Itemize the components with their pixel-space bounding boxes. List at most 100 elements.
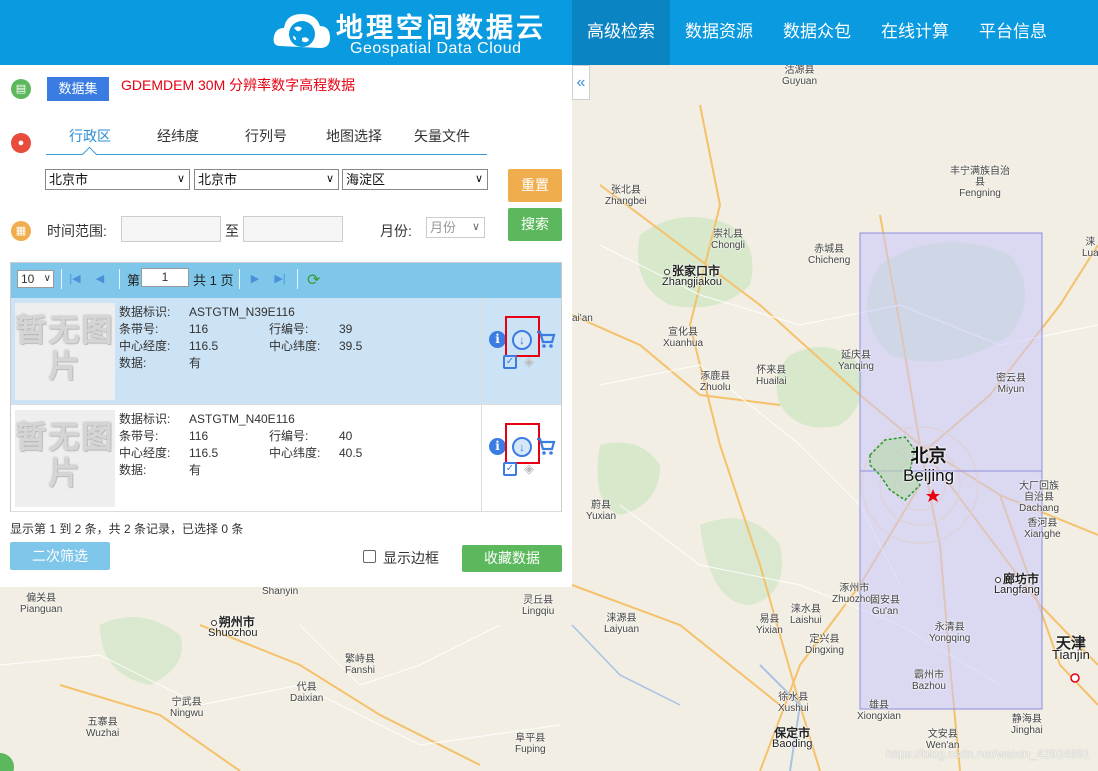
map-label-lua: 涞 Lua	[1082, 237, 1098, 259]
nav-advanced-search[interactable]: 高级检索	[572, 0, 670, 65]
value-center-lat: 40.5	[339, 446, 363, 460]
chevron-down-icon: ∨	[176, 173, 185, 185]
tag-icon[interactable]: ◈	[524, 354, 534, 370]
last-page-icon[interactable]: ▶|	[273, 271, 287, 287]
district-select[interactable]: 海淀区 ∨	[342, 169, 488, 190]
calendar-icon: ▦	[11, 221, 31, 241]
time-range-label: 时间范围:	[47, 223, 107, 239]
row-divider	[481, 405, 482, 512]
header: 地理空间数据云 Geospatial Data Cloud 高级检索 数据资源 …	[0, 0, 1098, 65]
month-placeholder: 月份	[430, 220, 457, 235]
first-page-icon[interactable]: |◀	[68, 271, 82, 287]
info-icon[interactable]: i	[489, 331, 506, 348]
tab-map-select[interactable]: 地图选择	[310, 123, 398, 154]
label-center-lon: 中心经度:	[119, 446, 171, 460]
value-center-lon: 116.5	[189, 339, 219, 353]
search-panel: ▤ 数据集 GDEMDEM 30M 分辨率数字高程数据 ● 行政区 经纬度 行列…	[0, 65, 572, 587]
tab-vector-file[interactable]: 矢量文件	[398, 123, 486, 154]
end-date-input[interactable]	[243, 216, 343, 242]
time-to-label: 至	[225, 223, 239, 239]
tab-lat-lon[interactable]: 经纬度	[134, 123, 222, 154]
prev-page-icon[interactable]: ◀	[93, 271, 107, 287]
chevron-down-icon: ∨	[325, 173, 334, 185]
page-size-select[interactable]: 10 ∨	[17, 270, 54, 288]
city-select[interactable]: 北京市 ∨	[194, 169, 339, 190]
download-highlight-box	[505, 316, 540, 357]
tag-icon[interactable]: ◈	[524, 461, 534, 477]
value-path: 116	[189, 429, 209, 443]
tab-path-row[interactable]: 行列号	[222, 123, 310, 154]
map-label-bazhou: 霸州市 Bazhou	[912, 670, 946, 692]
refresh-icon[interactable]: ⟳	[307, 270, 320, 290]
pager-separator	[297, 269, 298, 289]
value-center-lat: 39.5	[339, 339, 363, 353]
reset-button[interactable]: 重置	[508, 169, 562, 202]
map-label-guan: 固安县 Gu'an	[870, 595, 900, 617]
chevron-down-icon: ∨	[474, 173, 483, 185]
value-path: 116	[189, 322, 209, 336]
cart-icon[interactable]	[536, 436, 556, 456]
result-row[interactable]: 暂无图片 数据标识: ASTGTM_N40E116 条带号: 116 行编号: …	[11, 405, 561, 512]
map-label-tianjin: 天津 Tianjin	[1052, 635, 1090, 662]
label-data-id: 数据标识:	[119, 305, 171, 319]
logo[interactable]: 地理空间数据云 Geospatial Data Cloud	[272, 4, 562, 60]
download-highlight-box	[505, 423, 540, 464]
value-data: 有	[189, 356, 202, 370]
value-row: 40	[339, 429, 353, 443]
map-label-fanshi: 繁峙县 Fanshi	[345, 654, 376, 676]
info-icon[interactable]: i	[489, 438, 506, 455]
label-row: 行编号:	[269, 322, 309, 336]
month-select[interactable]: 月份 ∨	[426, 217, 485, 238]
nav-online-computing[interactable]: 在线计算	[866, 0, 964, 65]
nav-crowdsourcing[interactable]: 数据众包	[768, 0, 866, 65]
map-label-wuzhai: 五寨县 Wuzhai	[86, 717, 120, 739]
favorite-data-button[interactable]: 收藏数据	[462, 545, 562, 572]
select-checkbox-icon[interactable]: ✓	[503, 462, 517, 476]
collapse-panel-button[interactable]: «	[572, 65, 590, 100]
start-date-input[interactable]	[121, 216, 221, 242]
tab-admin-region[interactable]: 行政区	[46, 123, 134, 154]
map-label-xuanhua: 宣化县 Xuanhua	[663, 327, 704, 349]
nav-platform-info[interactable]: 平台信息	[964, 0, 1062, 65]
main-nav: 高级检索 数据资源 数据众包 在线计算 平台信息	[572, 0, 1062, 65]
secondary-filter-button[interactable]: 二次筛选	[10, 542, 110, 570]
page-total: 共 1 页	[193, 273, 234, 288]
pager-separator	[239, 269, 240, 289]
result-row[interactable]: 暂无图片 数据标识: ASTGTM_N39E116 条带号: 116 行编号: …	[11, 298, 561, 405]
next-page-icon[interactable]: ▶	[248, 271, 262, 287]
results-grid: 10 ∨ |◀ ◀ 第 1 共 1 页 ▶ ▶| ⟳ 暂无图片 数据标识: AST…	[10, 262, 562, 512]
label-data-id: 数据标识:	[119, 412, 171, 426]
label-row: 行编号:	[269, 429, 309, 443]
map-label-xianghe: 香河县 Xianghe	[1024, 518, 1061, 540]
dataset-icon: ▤	[11, 79, 31, 99]
dataset-name[interactable]: GDEMDEM 30M 分辨率数字高程数据	[121, 75, 355, 95]
label-path: 条带号:	[119, 322, 159, 336]
map-label-dingxing: 定兴县 Dingxing	[805, 634, 844, 656]
map-label-aian: ai'an	[572, 313, 593, 324]
map-label-yuxian: 蔚县 Yuxian	[586, 500, 617, 522]
chevron-down-icon: ∨	[43, 273, 51, 284]
value-data-id: ASTGTM_N39E116	[189, 305, 295, 319]
page-number-input[interactable]: 1	[141, 268, 189, 287]
map-label-beijing: 北京 Beijing	[903, 446, 955, 486]
map-label-laiyuan: 涞源县 Laiyuan	[604, 613, 640, 635]
search-button[interactable]: 搜索	[508, 208, 562, 241]
nav-data-resources[interactable]: 数据资源	[670, 0, 768, 65]
map-label-yixian: 易县 Yixian	[756, 614, 783, 636]
label-data: 数据:	[119, 463, 147, 477]
cart-icon[interactable]	[536, 329, 556, 349]
dataset-button[interactable]: 数据集	[47, 77, 109, 101]
watermark: https://blog.csdn.net/weixin_42924891	[885, 747, 1090, 761]
province-select[interactable]: 北京市 ∨	[45, 169, 190, 190]
map-label-guyuan: 沽源县 Guyuan	[782, 65, 818, 87]
show-border-checkbox[interactable]	[363, 550, 376, 563]
map-label-daixian: 代县 Daixian	[290, 682, 324, 704]
show-border-label[interactable]: 显示边框	[383, 548, 439, 568]
pager-separator	[119, 269, 120, 289]
no-image-text: 暂无图片	[15, 420, 115, 491]
label-center-lat: 中心纬度:	[269, 446, 321, 460]
map-label-zhuolu: 涿鹿县 Zhuolu	[700, 371, 731, 393]
select-checkbox-icon[interactable]: ✓	[503, 355, 517, 369]
value-center-lon: 116.5	[189, 446, 219, 460]
label-center-lon: 中心经度:	[119, 339, 171, 353]
